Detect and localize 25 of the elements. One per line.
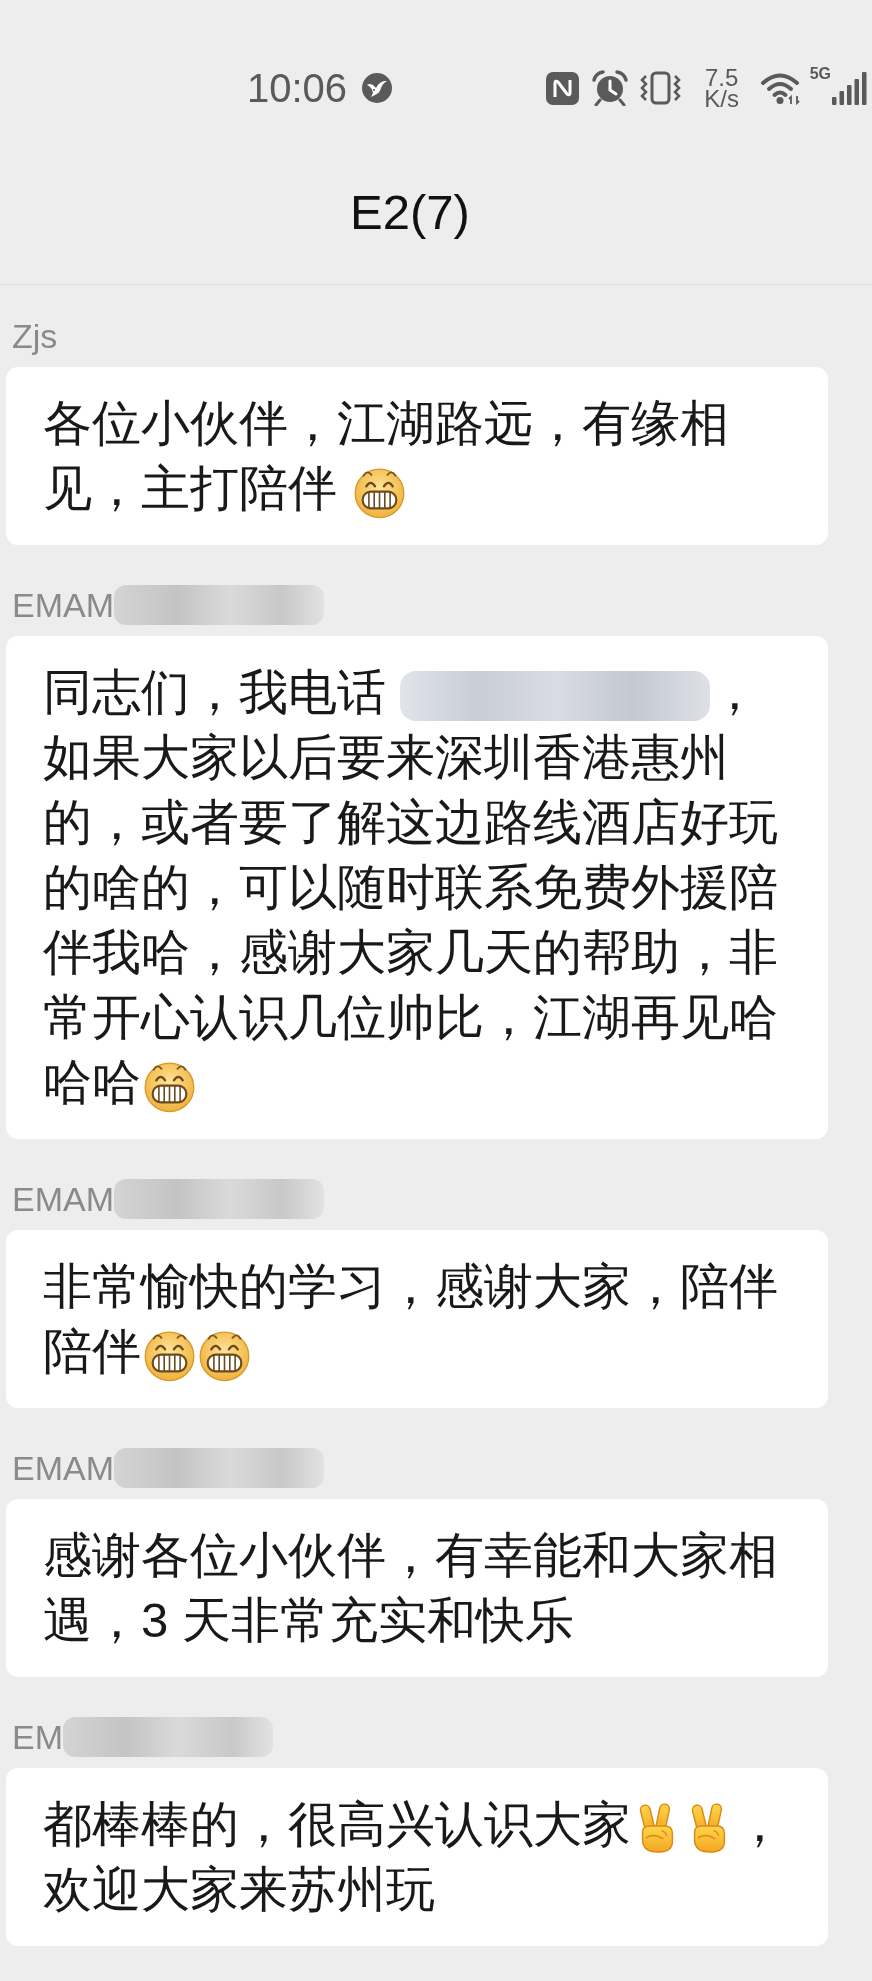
speed-unit: K/s xyxy=(704,88,739,109)
alarm-clock-icon xyxy=(590,70,629,106)
signal-icon xyxy=(832,71,868,105)
nfc-icon xyxy=(545,71,579,105)
sender-name: EMAM xyxy=(12,585,114,625)
vibrate-icon xyxy=(638,71,682,105)
status-time: 10:06 xyxy=(247,66,348,110)
bird-icon xyxy=(362,73,393,103)
network-type: 5G xyxy=(809,65,831,83)
message-text: 非常愉快的学习，感谢大家，陪伴陪伴 xyxy=(43,1254,791,1384)
grinning-face-icon xyxy=(198,1328,251,1382)
message-text: 感谢各位小伙伴，有幸能和大家相遇，3 天非常充实和快乐 xyxy=(43,1527,779,1649)
sender-name: EMAM xyxy=(12,1179,114,1219)
sender-name: EMAM xyxy=(12,1448,114,1488)
wifi-icon xyxy=(759,71,802,105)
message-text: 各位小伙伴，江湖路远，有缘相见，主打陪伴 xyxy=(43,391,791,521)
grinning-face-icon xyxy=(352,465,406,519)
message-text: 同志们，我电话 ，如果大家以后要来深圳香港惠州的，或者要了解这边路线酒店好玩的啥的，可以随时联系免费外援陪伴我哈，感谢大家几天的帮助，非常开心认识几位帅比，江湖再见哈哈哈 xyxy=(43,660,791,1115)
network-speed: 7.5 xyxy=(704,67,739,88)
sender-name: Zjs xyxy=(12,316,58,356)
message-text: 都棒棒的，很高兴认识大家 ，欢迎大家来苏州玩 xyxy=(43,1796,785,1918)
sender-name: EM xyxy=(12,1717,63,1757)
chat-title: E2(7) xyxy=(350,184,470,240)
grinning-face-icon xyxy=(143,1328,196,1382)
grinning-face-icon xyxy=(143,1059,196,1113)
